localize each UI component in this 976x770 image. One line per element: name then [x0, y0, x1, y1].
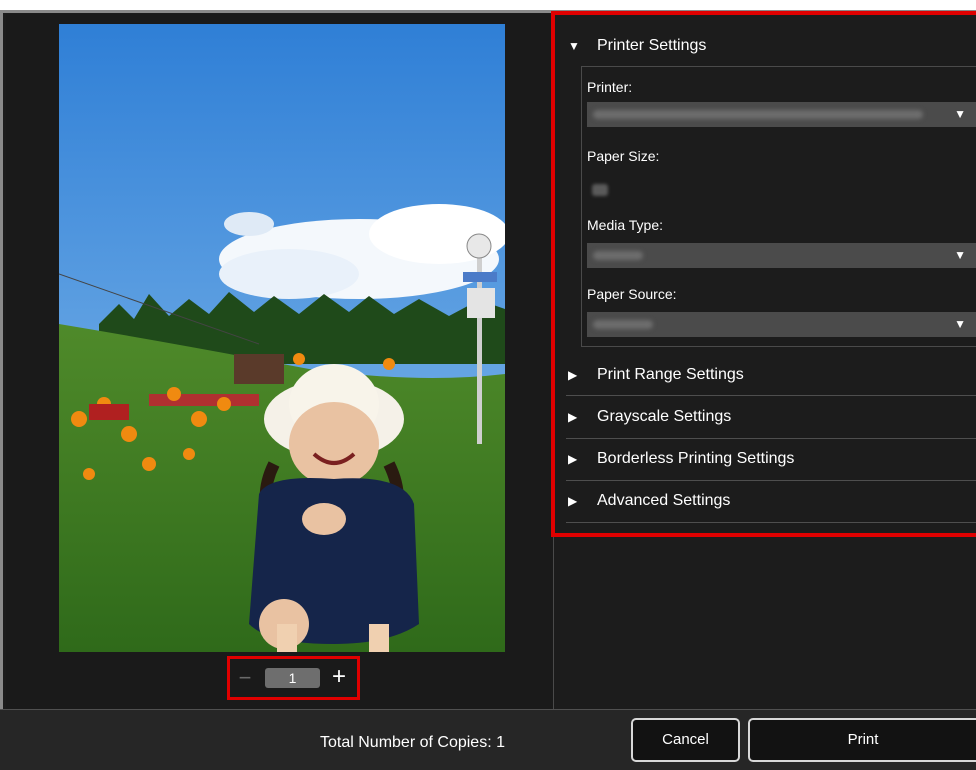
copies-input[interactable]: 1 — [265, 668, 320, 688]
preview-photo — [59, 24, 505, 652]
printer-settings-title: Printer Settings — [597, 37, 707, 54]
print-range-settings-header[interactable]: ▶ Print Range Settings — [566, 357, 976, 393]
decrease-copies-button[interactable]: − — [236, 667, 254, 689]
grayscale-settings-header[interactable]: ▶ Grayscale Settings — [566, 399, 976, 435]
paper-size-value-redacted — [592, 184, 608, 196]
paper-size-label: Paper Size: — [587, 148, 660, 164]
printer-select[interactable]: ▼ — [587, 102, 976, 127]
section-divider — [566, 480, 976, 481]
printer-name-redacted — [593, 110, 923, 119]
section-label: Grayscale Settings — [597, 408, 732, 425]
media-type-select[interactable]: ▼ — [587, 243, 976, 268]
paper-source-label: Paper Source: — [587, 286, 677, 302]
paper-source-select[interactable]: ▼ — [587, 312, 976, 337]
section-label: Borderless Printing Settings — [597, 450, 795, 467]
bottom-bar: Total Number of Copies: 1 Cancel Print — [0, 709, 976, 770]
paper-source-redacted — [593, 320, 653, 329]
printer-label: Printer: — [587, 79, 633, 95]
dropdown-caret-icon: ▼ — [954, 317, 966, 331]
preview-pane: − 1 + — [6, 14, 554, 709]
media-type-label: Media Type: — [587, 217, 664, 233]
cancel-button[interactable]: Cancel — [631, 718, 740, 762]
window-frame-left — [0, 10, 3, 769]
print-button[interactable]: Print — [748, 718, 976, 762]
media-type-redacted — [593, 251, 643, 260]
section-label: Advanced Settings — [597, 492, 731, 509]
dropdown-caret-icon: ▼ — [954, 248, 966, 262]
collapsed-arrow-icon: ▶ — [568, 410, 578, 424]
printer-settings-header[interactable]: ▼ Printer Settings — [566, 28, 976, 64]
total-copies-text: Total Number of Copies: 1 — [320, 734, 505, 751]
dropdown-caret-icon: ▼ — [954, 107, 966, 121]
section-label: Print Range Settings — [597, 366, 744, 383]
collapsed-arrow-icon: ▶ — [568, 494, 578, 508]
collapsed-arrow-icon: ▶ — [568, 452, 578, 466]
advanced-settings-header[interactable]: ▶ Advanced Settings — [566, 483, 976, 519]
section-divider — [566, 522, 976, 523]
expanded-arrow-icon: ▼ — [568, 39, 580, 53]
collapsed-arrow-icon: ▶ — [568, 368, 578, 382]
print-settings-window: − 1 + ▼ Printer Settings Printer: ▼ Pape… — [0, 10, 976, 770]
borderless-printing-settings-header[interactable]: ▶ Borderless Printing Settings — [566, 441, 976, 477]
section-divider — [566, 438, 976, 439]
increase-copies-button[interactable]: + — [328, 665, 350, 689]
section-divider — [566, 395, 976, 396]
copies-stepper: − 1 + — [227, 656, 360, 700]
